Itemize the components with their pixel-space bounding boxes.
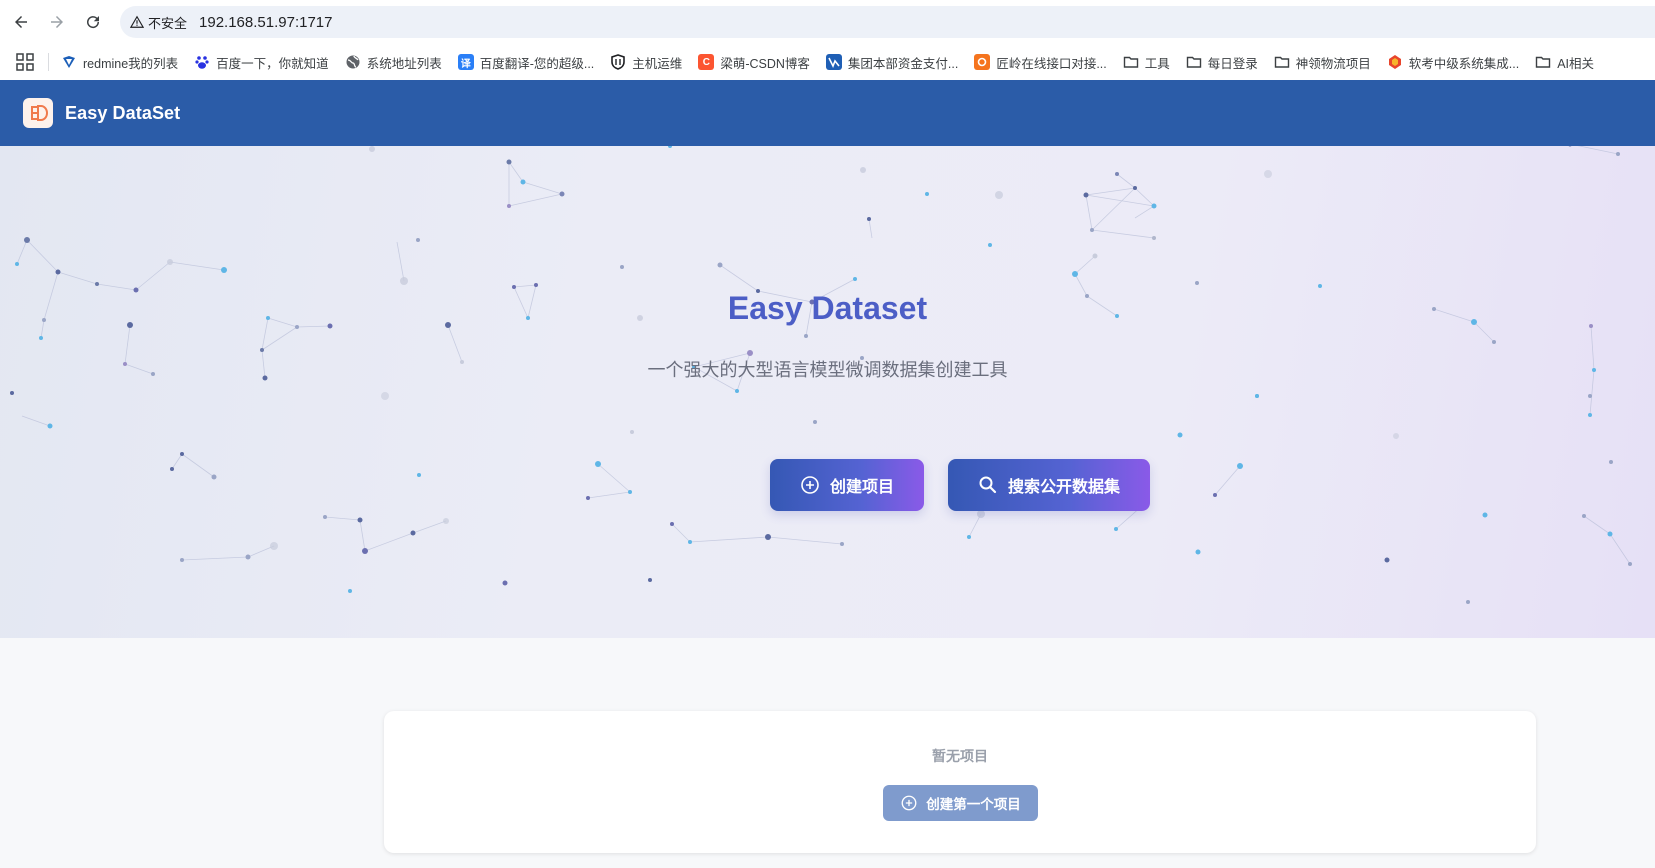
translate-icon: 译 bbox=[457, 54, 474, 70]
bookmark-folder-ai[interactable]: AI相关 bbox=[1535, 53, 1594, 72]
shield-icon bbox=[610, 54, 626, 70]
bookmark-folder-tools[interactable]: 工具 bbox=[1123, 53, 1170, 72]
address-bar[interactable]: 不安全 192.168.51.97:1717 bbox=[120, 6, 1655, 38]
bookmark-folder-daily-login[interactable]: 每日登录 bbox=[1186, 53, 1258, 72]
hero-subtitle: 一个强大的大型语言模型微调数据集创建工具 bbox=[647, 360, 1008, 380]
security-indicator[interactable]: 不安全 bbox=[130, 13, 199, 32]
security-label: 不安全 bbox=[148, 15, 188, 31]
payment-icon bbox=[825, 54, 842, 70]
network-background bbox=[10, 146, 1632, 604]
app-header: Easy DataSet bbox=[0, 80, 1655, 146]
app-title[interactable]: Easy DataSet bbox=[65, 103, 180, 124]
bookmark-separator bbox=[48, 53, 49, 71]
bookmark-baidu[interactable]: 百度一下，你就知道 bbox=[194, 53, 329, 72]
bookmark-redmine[interactable]: redmine我的列表 bbox=[61, 53, 178, 72]
search-icon bbox=[979, 476, 997, 494]
globe-icon bbox=[345, 54, 361, 70]
folder-icon bbox=[1186, 54, 1202, 70]
back-button[interactable] bbox=[6, 7, 36, 37]
forward-button[interactable] bbox=[42, 7, 72, 37]
reload-button[interactable] bbox=[78, 7, 108, 37]
bookmark-ruankao[interactable]: 软考中级系统集成... bbox=[1387, 53, 1519, 72]
create-project-label: 创建项目 bbox=[829, 479, 894, 496]
url-text[interactable]: 192.168.51.97:1717 bbox=[199, 14, 332, 31]
bookmark-csdn[interactable]: C 梁萌-CSDN博客 bbox=[698, 53, 810, 72]
redmine-icon bbox=[61, 54, 77, 70]
ruankao-icon bbox=[1387, 54, 1403, 70]
bookmark-payment[interactable]: 集团本部资金支付... bbox=[825, 53, 958, 72]
easy-dataset-logo-icon[interactable] bbox=[23, 98, 53, 128]
reload-icon bbox=[87, 16, 100, 29]
apps-grid-icon[interactable] bbox=[16, 53, 34, 71]
projects-empty-card: 暂无项目 创建第一个项目 bbox=[384, 711, 1536, 853]
plus-circle-icon bbox=[801, 476, 819, 494]
bookmark-folder-logistics[interactable]: 神领物流项目 bbox=[1274, 53, 1371, 72]
warning-icon bbox=[130, 15, 144, 28]
back-arrow-icon bbox=[15, 16, 27, 28]
hero-title: Easy Dataset bbox=[727, 290, 928, 326]
folder-icon bbox=[1274, 54, 1290, 70]
empty-projects-text: 暂无项目 bbox=[932, 748, 988, 764]
bookmark-baidu-translate[interactable]: 译 百度翻译-您的超级... bbox=[457, 53, 594, 72]
folder-icon bbox=[1123, 54, 1139, 70]
search-public-datasets-label: 搜索公开数据集 bbox=[1007, 479, 1120, 496]
browser-toolbar: 不安全 192.168.51.97:1717 bbox=[0, 0, 1655, 44]
bookmark-system-list[interactable]: 系统地址列表 bbox=[345, 53, 442, 72]
create-first-project-label: 创建第一个项目 bbox=[926, 797, 1021, 812]
orange-app-icon bbox=[974, 54, 991, 70]
create-first-project-button[interactable]: 创建第一个项目 bbox=[883, 785, 1038, 821]
bookmark-host-ops[interactable]: 主机运维 bbox=[610, 53, 682, 72]
bookmark-jiangling[interactable]: 匠岭在线接口对接... bbox=[974, 53, 1107, 72]
plus-circle-icon bbox=[901, 795, 917, 811]
create-project-button[interactable]: 创建项目 bbox=[770, 459, 924, 511]
csdn-icon: C bbox=[698, 54, 715, 70]
hero-section: Easy Dataset 一个强大的大型语言模型微调数据集创建工具 创建项目 搜… bbox=[0, 146, 1655, 638]
forward-arrow-icon bbox=[51, 16, 63, 28]
baidu-icon bbox=[194, 54, 210, 70]
bookmarks-bar: redmine我的列表 百度一下，你就知道 系统地址列表 译 百度翻译-您的超级… bbox=[0, 44, 1655, 80]
folder-icon bbox=[1535, 54, 1551, 70]
search-public-datasets-button[interactable]: 搜索公开数据集 bbox=[948, 459, 1150, 511]
